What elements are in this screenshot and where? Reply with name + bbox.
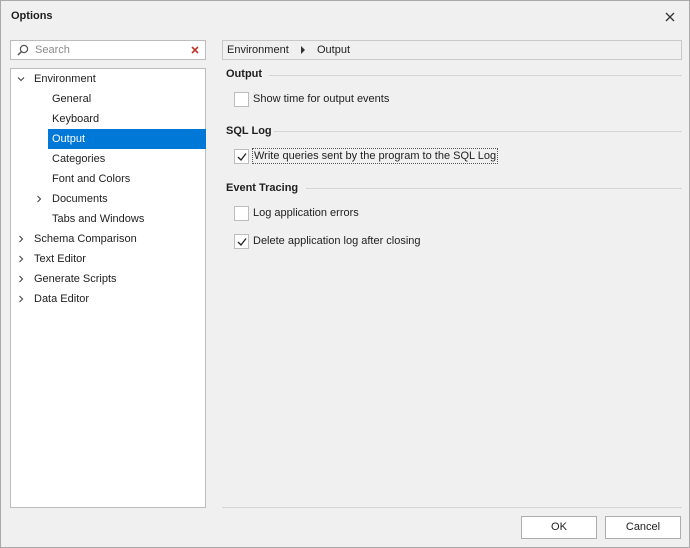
tree-item-label: Generate Scripts (34, 273, 117, 285)
tree-item-label: Schema Comparison (34, 233, 137, 245)
option-label: Log application errors (253, 207, 359, 219)
checkbox-checked[interactable] (234, 148, 249, 164)
tree-item-label: Text Editor (34, 253, 86, 265)
chevron-right-icon[interactable] (17, 295, 25, 303)
checkbox-checked[interactable] (234, 233, 249, 249)
checkbox-unchecked[interactable] (234, 205, 249, 221)
tree-item-label: Output (52, 133, 86, 145)
search-icon (17, 44, 29, 56)
option-label: Write queries sent by the program to the… (252, 148, 499, 164)
tree-item-keyboard[interactable]: Keyboard (48, 109, 205, 129)
tree-item-output[interactable]: Output (48, 129, 206, 149)
options-tree: Environment General Keyboard Output Cate… (10, 68, 206, 508)
option-label: Delete application log after closing (253, 235, 421, 247)
option-write-queries-sql-log[interactable]: Write queries sent by the program to the… (234, 148, 499, 164)
tree-item-schema-comparison[interactable]: Schema Comparison (15, 229, 205, 249)
tree-item-label: Keyboard (52, 113, 100, 125)
checkbox-unchecked[interactable] (234, 91, 249, 107)
chevron-right-icon[interactable] (35, 195, 43, 203)
chevron-down-icon[interactable] (17, 75, 25, 83)
section-divider (269, 75, 682, 76)
tree-item-documents[interactable]: Documents (33, 189, 205, 209)
cancel-button[interactable]: Cancel (605, 516, 681, 539)
tree-item-generate-scripts[interactable]: Generate Scripts (15, 269, 205, 289)
footer-divider (222, 507, 682, 508)
option-show-time-output-events[interactable]: Show time for output events (234, 91, 390, 107)
caret-right-icon (301, 46, 305, 54)
tree-item-categories[interactable]: Categories (48, 149, 205, 169)
option-delete-log-after-closing[interactable]: Delete application log after closing (234, 233, 422, 249)
chevron-right-icon[interactable] (17, 275, 25, 283)
close-button[interactable] (659, 7, 681, 27)
option-label: Show time for output events (253, 93, 390, 105)
tree-item-font-and-colors[interactable]: Font and Colors (48, 169, 205, 189)
checkmark-icon (237, 237, 247, 246)
breadcrumb: Environment Output (222, 40, 682, 60)
breadcrumb-item-environment[interactable]: Environment (227, 41, 289, 59)
option-log-application-errors[interactable]: Log application errors (234, 205, 360, 221)
tree-item-tabs-and-windows[interactable]: Tabs and Windows (48, 209, 205, 229)
clear-search-icon[interactable] (190, 45, 200, 55)
section-title-event-tracing: Event Tracing (226, 182, 299, 194)
breadcrumb-item-output[interactable]: Output (317, 41, 350, 59)
section-title-output: Output (226, 68, 263, 80)
section-title-sql-log: SQL Log (226, 125, 272, 137)
chevron-right-icon[interactable] (17, 235, 25, 243)
chevron-right-icon[interactable] (17, 255, 25, 263)
tree-item-label: Documents (52, 193, 108, 205)
search-input[interactable] (35, 42, 185, 58)
dialog-title: Options (11, 10, 53, 22)
options-dialog: Options Environment General Keyboar (0, 0, 690, 548)
tree-item-data-editor[interactable]: Data Editor (15, 289, 205, 309)
search-box (10, 40, 206, 60)
tree-item-environment[interactable]: Environment (15, 69, 205, 89)
tree-item-general[interactable]: General (48, 89, 205, 109)
tree-item-label: Tabs and Windows (52, 213, 145, 225)
tree-item-label: General (52, 93, 92, 105)
ok-button[interactable]: OK (521, 516, 597, 539)
section-divider (306, 188, 682, 189)
section-divider (274, 131, 682, 132)
tree-item-label: Data Editor (34, 293, 90, 305)
tree-item-text-editor[interactable]: Text Editor (15, 249, 205, 269)
tree-item-label: Environment (34, 73, 96, 85)
tree-item-label: Categories (52, 153, 106, 165)
close-icon (665, 12, 675, 22)
title-bar: Options (1, 1, 689, 33)
checkmark-icon (237, 152, 247, 161)
tree-item-label: Font and Colors (52, 173, 131, 185)
